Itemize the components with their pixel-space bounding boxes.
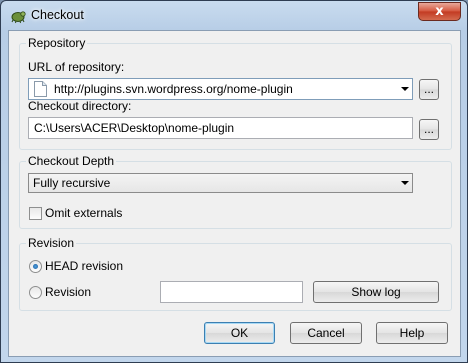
browse-url-button[interactable]: ... [419, 79, 439, 100]
tortoisesvn-icon [11, 11, 26, 24]
omit-externals-label[interactable]: Omit externals [45, 206, 122, 220]
help-label: Help [399, 326, 425, 340]
url-value: http://plugins.svn.wordpress.org/nome-pl… [54, 82, 293, 96]
checkout-directory-input[interactable]: C:\Users\ACER\Desktop\nome-plugin [28, 117, 413, 139]
checkout-directory-label: Checkout directory: [28, 99, 132, 113]
dialog-body: Repository URL of repository: http://plu… [8, 30, 461, 357]
head-revision-label[interactable]: HEAD revision [45, 259, 123, 273]
chevron-down-icon[interactable] [401, 181, 409, 185]
checkout-dialog: Checkout x Repository URL of repository:… [0, 0, 468, 363]
url-label: URL of repository: [28, 60, 125, 74]
close-icon: x [435, 4, 444, 19]
repository-group-label: Repository [26, 36, 88, 50]
browse-directory-button[interactable]: ... [419, 119, 439, 140]
revision-radio[interactable] [29, 286, 42, 299]
cancel-button[interactable]: Cancel [290, 322, 362, 344]
checkout-directory-value: C:\Users\ACER\Desktop\nome-plugin [34, 121, 235, 135]
show-log-button[interactable]: Show log [313, 281, 439, 303]
checkout-depth-group-label: Checkout Depth [26, 154, 117, 168]
title-bar[interactable]: Checkout x [1, 1, 467, 31]
chevron-down-icon[interactable] [401, 87, 409, 91]
revision-input[interactable] [160, 281, 303, 303]
cancel-label: Cancel [307, 326, 345, 340]
checkout-depth-value: Fully recursive [33, 176, 111, 190]
window-title: Checkout [31, 8, 84, 22]
revision-label[interactable]: Revision [45, 285, 91, 299]
omit-externals-checkbox[interactable] [29, 207, 42, 220]
help-button[interactable]: Help [376, 322, 448, 344]
close-button[interactable]: x [418, 2, 461, 21]
revision-group-label: Revision [26, 236, 77, 250]
show-log-label: Show log [351, 285, 401, 299]
browse-directory-label: ... [423, 122, 434, 136]
url-combobox[interactable]: http://plugins.svn.wordpress.org/nome-pl… [28, 78, 413, 100]
ok-button[interactable]: OK [204, 322, 275, 344]
document-icon [34, 81, 47, 97]
head-revision-radio[interactable] [29, 260, 42, 273]
checkout-depth-select[interactable]: Fully recursive [28, 173, 413, 193]
browse-url-label: ... [423, 82, 434, 96]
ok-label: OK [230, 326, 249, 340]
